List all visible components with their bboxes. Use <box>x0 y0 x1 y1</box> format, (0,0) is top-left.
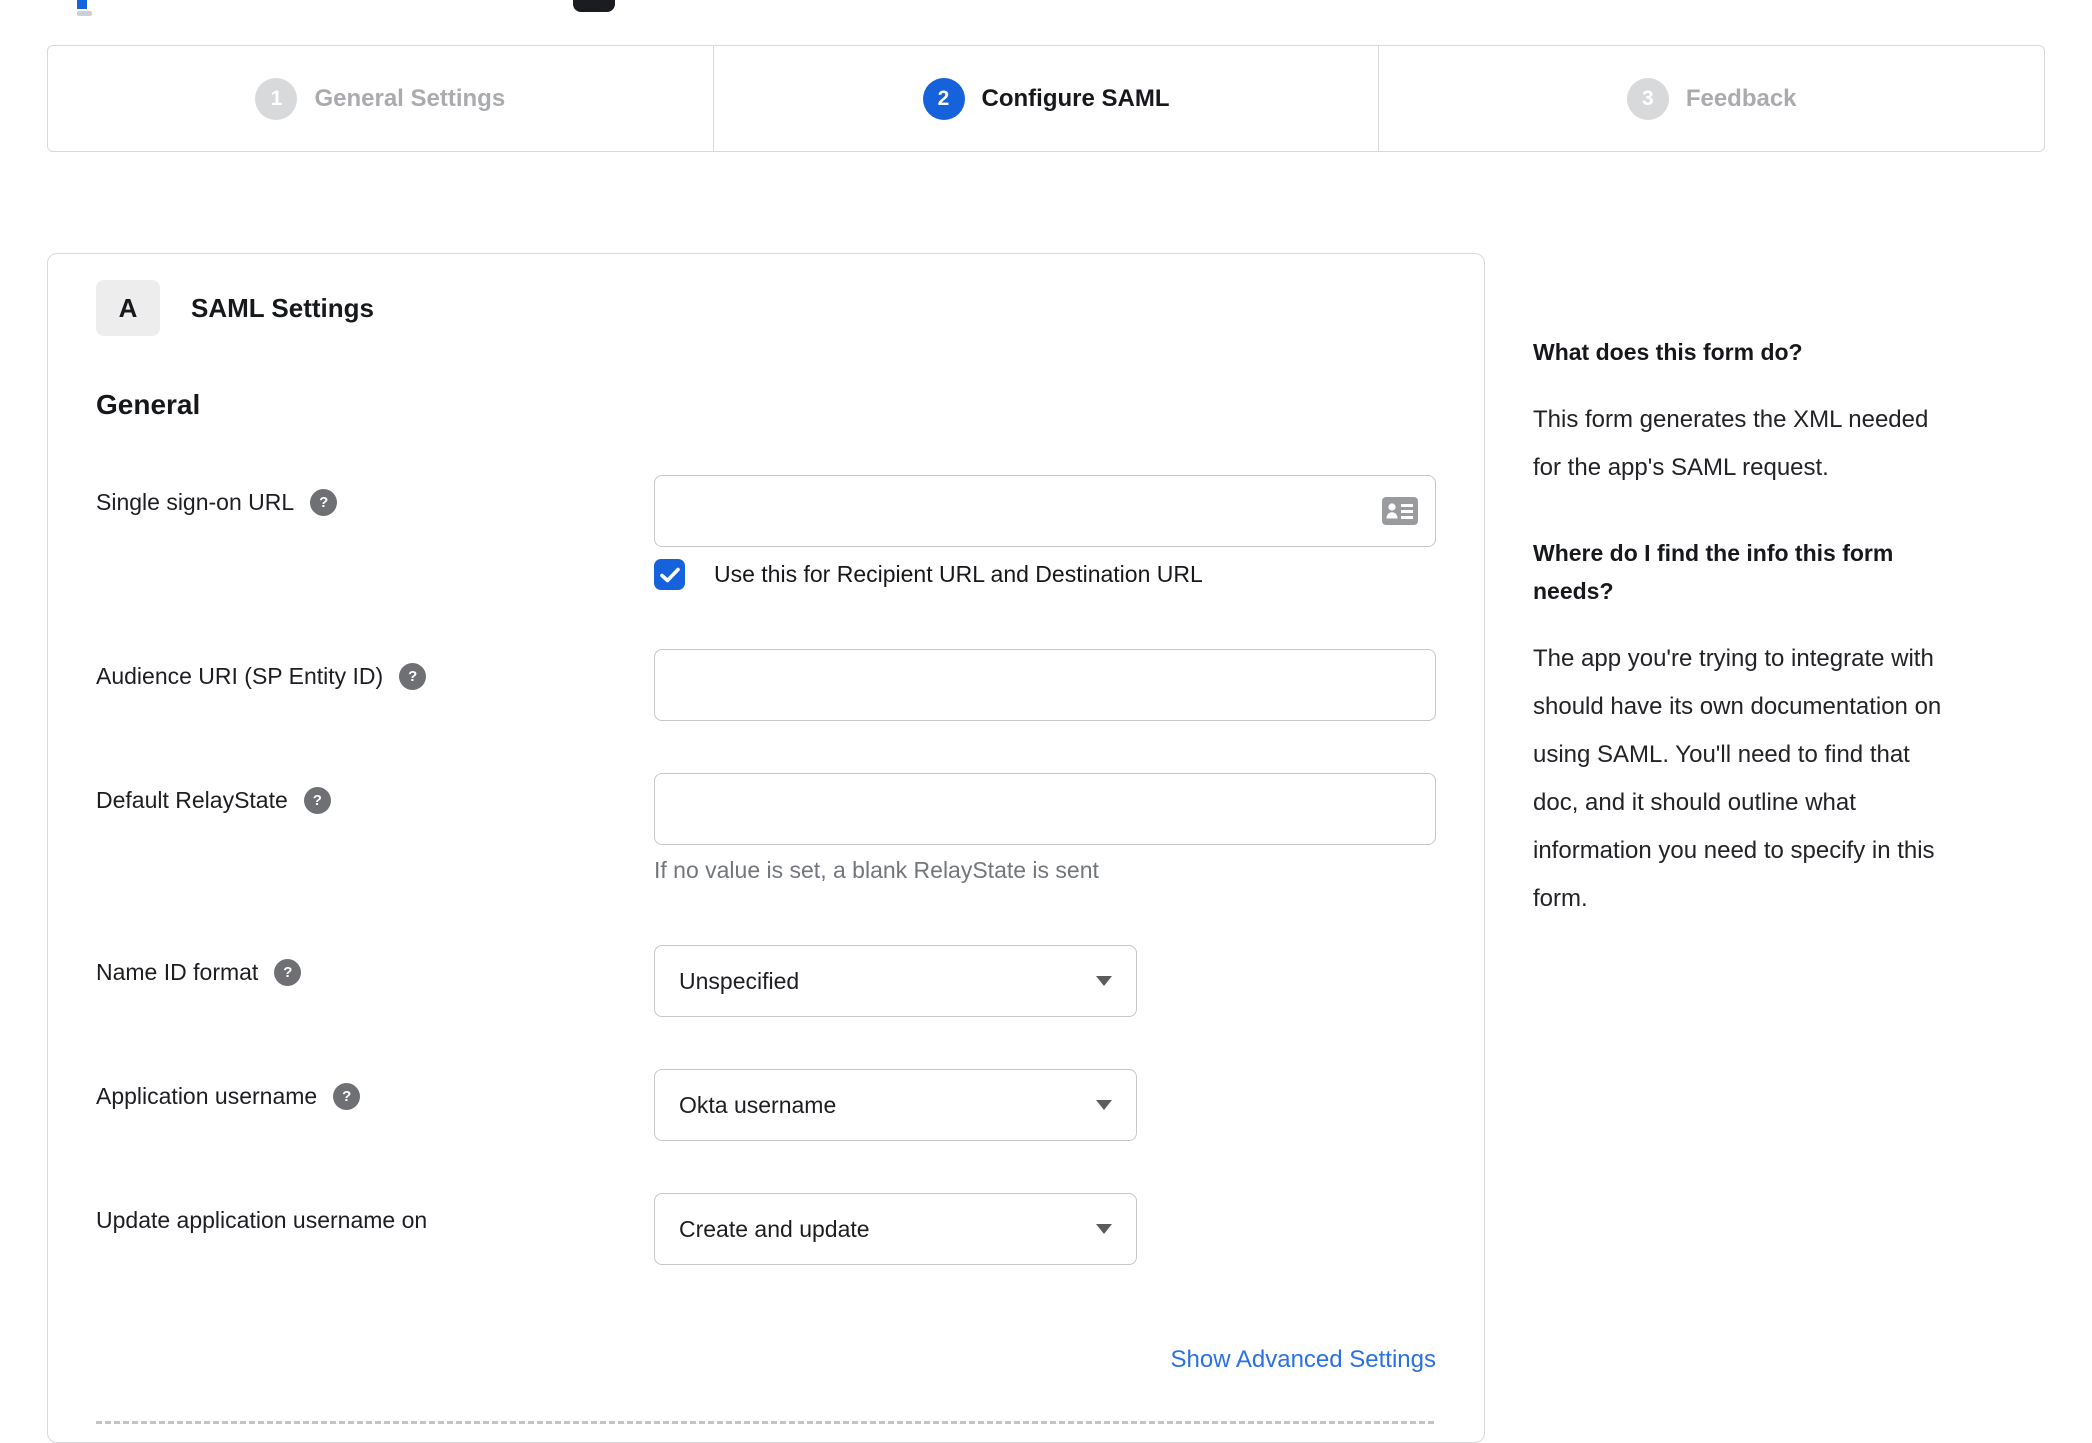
sso-url-input[interactable] <box>654 475 1436 547</box>
update-app-username-row: Update application username on Create an… <box>96 1193 1434 1265</box>
truncated-logo-smudge <box>77 11 92 16</box>
help-body-where: The app you're trying to integrate with … <box>1533 645 1942 912</box>
step-general-settings[interactable]: 1 General Settings <box>48 46 713 151</box>
name-id-format-select[interactable]: Unspecified <box>654 945 1137 1017</box>
card-title: SAML Settings <box>191 292 374 323</box>
step-label: General Settings <box>314 84 506 112</box>
relay-state-hint: If no value is set, a blank RelayState i… <box>654 857 1099 883</box>
audience-uri-label: Audience URI (SP Entity ID) <box>96 663 384 689</box>
step-number-badge: 1 <box>255 77 298 120</box>
application-username-control: Okta username <box>654 1069 1436 1141</box>
section-dashed-divider <box>96 1421 1434 1424</box>
main-content: A SAML Settings General Single sign-on U… <box>47 253 2046 1443</box>
audience-uri-control <box>654 649 1436 721</box>
saml-settings-card: A SAML Settings General Single sign-on U… <box>47 253 1485 1443</box>
help-icon[interactable]: ? <box>274 959 302 986</box>
step-label: Configure SAML <box>981 84 1170 112</box>
card-header: A SAML Settings <box>96 280 1434 336</box>
audience-uri-row: Audience URI (SP Entity ID) ? <box>96 649 1436 721</box>
checkmark-icon <box>659 567 680 582</box>
chevron-down-icon <box>1096 1224 1112 1234</box>
chevron-down-icon <box>1096 976 1112 986</box>
advanced-settings-row: Show Advanced Settings <box>96 1346 1436 1374</box>
update-app-username-label-group: Update application username on <box>96 1193 654 1234</box>
application-username-value: Okta username <box>679 1091 837 1118</box>
name-id-format-row: Name ID format ? Unspecified <box>96 945 1434 1017</box>
application-username-select[interactable]: Okta username <box>654 1069 1137 1141</box>
section-a-badge: A <box>96 280 160 336</box>
relay-state-row: Default RelayState ? If no value is set,… <box>96 773 1436 884</box>
address-card-icon[interactable] <box>1382 497 1418 525</box>
audience-uri-label-group: Audience URI (SP Entity ID) ? <box>96 649 654 690</box>
help-heading-what: What does this form do? <box>1533 339 1803 365</box>
help-body-what: This form generates the XML needed for t… <box>1533 406 1929 481</box>
name-id-format-label-group: Name ID format ? <box>96 945 654 986</box>
truncated-app-icon <box>573 0 615 12</box>
sso-url-row: Single sign-on URL ? Use this for Recipi… <box>96 475 1436 590</box>
truncated-logo-fragment <box>77 0 87 9</box>
update-app-username-control: Create and update <box>654 1193 1436 1265</box>
sso-url-control: Use this for Recipient URL and Destinati… <box>654 475 1436 590</box>
help-icon[interactable]: ? <box>310 489 338 516</box>
application-username-row: Application username ? Okta username <box>96 1069 1434 1141</box>
help-icon[interactable]: ? <box>303 787 331 814</box>
show-advanced-settings-link[interactable]: Show Advanced Settings <box>1170 1346 1436 1373</box>
recipient-url-checkbox[interactable] <box>654 559 685 590</box>
update-app-username-label: Update application username on <box>96 1207 428 1233</box>
application-username-label: Application username <box>96 1083 318 1109</box>
general-section-heading: General <box>96 389 201 420</box>
help-heading-where: Where do I find the info this form needs… <box>1533 540 1894 604</box>
help-icon[interactable]: ? <box>333 1083 361 1110</box>
update-app-username-select[interactable]: Create and update <box>654 1193 1137 1265</box>
wizard-stepper: 1 General Settings 2 Configure SAML 3 Fe… <box>47 45 2045 152</box>
step-number-badge: 2 <box>922 77 965 120</box>
sso-url-label-group: Single sign-on URL ? <box>96 475 654 516</box>
sso-checkbox-row: Use this for Recipient URL and Destinati… <box>654 559 1436 590</box>
relay-state-label-group: Default RelayState ? <box>96 773 654 814</box>
audience-uri-input[interactable] <box>654 649 1436 721</box>
help-panel: What does this form do? This form genera… <box>1533 253 2046 965</box>
relay-state-control: If no value is set, a blank RelayState i… <box>654 773 1436 884</box>
relay-state-input[interactable] <box>654 773 1436 845</box>
chevron-down-icon <box>1096 1100 1112 1110</box>
sso-url-label: Single sign-on URL <box>96 489 295 515</box>
update-app-username-value: Create and update <box>679 1215 870 1242</box>
relay-state-label: Default RelayState <box>96 787 288 813</box>
name-id-format-control: Unspecified <box>654 945 1436 1017</box>
sso-checkbox-label[interactable]: Use this for Recipient URL and Destinati… <box>714 561 1203 588</box>
step-number-badge: 3 <box>1626 77 1669 120</box>
step-feedback[interactable]: 3 Feedback <box>1378 46 2044 151</box>
name-id-format-label: Name ID format <box>96 959 259 985</box>
help-icon[interactable]: ? <box>399 663 427 690</box>
application-username-label-group: Application username ? <box>96 1069 654 1110</box>
name-id-format-value: Unspecified <box>679 967 800 994</box>
step-label: Feedback <box>1685 84 1797 112</box>
step-configure-saml[interactable]: 2 Configure SAML <box>712 46 1379 151</box>
